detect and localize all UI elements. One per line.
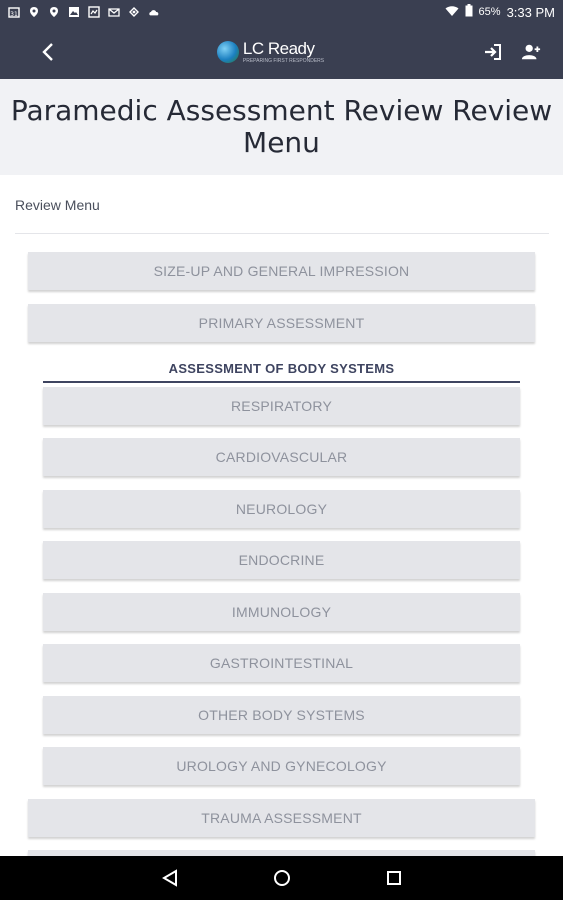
globe-logo-icon (216, 40, 239, 63)
add-user-button[interactable] (521, 42, 541, 62)
page-title: Paramedic Assessment Review Review Menu (10, 94, 553, 159)
section-heading-body-systems: ASSESSMENT OF BODY SYSTEMS (43, 356, 520, 383)
menu-item-gastrointestinal[interactable]: GASTROINTESTINAL (43, 644, 520, 682)
gallery-icon (88, 6, 100, 18)
menu-item-immunology[interactable]: IMMUNOLOGY (43, 593, 520, 631)
chevron-left-icon (42, 42, 53, 61)
menu-item-neurology[interactable]: NEUROLOGY (43, 490, 520, 528)
menu-item-endocrine[interactable]: ENDOCRINE (43, 541, 520, 579)
menu-item-trauma-assessment[interactable]: TRAUMA ASSESSMENT (28, 799, 535, 837)
menu-item-primary-assessment[interactable]: PRIMARY ASSESSMENT (28, 304, 535, 342)
logo-name: LC Ready (242, 39, 315, 58)
logo-tagline: PREPARING FIRST RESPONDERS (242, 58, 325, 64)
system-status: 65% 3:33 PM (445, 4, 555, 20)
menu-item-cardiovascular[interactable]: CARDIOVASCULAR (43, 438, 520, 476)
menu-item-urology-gynecology[interactable]: UROLOGY AND GYNECOLOGY (43, 747, 520, 785)
clock: 3:33 PM (506, 4, 555, 20)
back-button[interactable] (38, 42, 58, 62)
svg-text:31: 31 (10, 11, 18, 18)
app-bar: LC Ready PREPARING FIRST RESPONDERS (0, 24, 563, 79)
circle-home-icon (273, 870, 290, 886)
inbox-icon (108, 6, 120, 18)
battery-icon (465, 4, 473, 20)
battery-percent: 65% (478, 6, 501, 18)
nav-recents-button[interactable] (384, 868, 404, 888)
breadcrumb: Review Menu (15, 197, 100, 213)
image-icon (68, 6, 80, 18)
divider (15, 233, 549, 234)
menu-item-respiratory[interactable]: RESPIRATORY (43, 387, 520, 425)
app-bar-actions (483, 42, 541, 62)
status-bar: 31 65% 3:33 PM (0, 0, 563, 24)
system-nav-bar (0, 856, 563, 900)
nav-home-button[interactable] (272, 868, 292, 888)
menu-item-size-up[interactable]: SIZE-UP AND GENERAL IMPRESSION (28, 252, 535, 290)
login-button[interactable] (483, 42, 503, 62)
add-user-icon (521, 44, 541, 59)
cloud-icon (148, 6, 160, 18)
square-recents-icon (386, 871, 401, 885)
nav-back-button[interactable] (160, 868, 180, 888)
notification-icons: 31 (8, 6, 160, 18)
triangle-back-icon (161, 869, 177, 887)
location-icon (28, 6, 40, 18)
page-title-bar: Paramedic Assessment Review Review Menu (0, 79, 563, 175)
location-icon (48, 6, 60, 18)
menu-item-other-body-systems[interactable]: OTHER BODY SYSTEMS (43, 696, 520, 734)
login-icon (485, 43, 501, 60)
calendar-icon: 31 (8, 6, 20, 18)
wifi-icon (445, 5, 459, 20)
app-logo: LC Ready PREPARING FIRST RESPONDERS (216, 39, 325, 64)
sync-icon (128, 6, 140, 18)
